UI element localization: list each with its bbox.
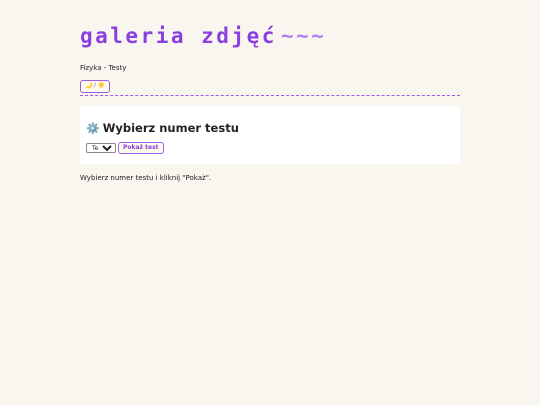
gear-icon: ⚙️	[86, 122, 100, 135]
panel-title: ⚙️ Wybierz numer testu	[86, 121, 239, 135]
site-title-text: galeria zdjęć	[80, 24, 277, 48]
instruction-text: Wybierz numer testu i kliknij "Pokaż".	[80, 174, 212, 182]
breadcrumb: Fizyka - Testy	[80, 64, 127, 72]
header-divider	[80, 95, 460, 96]
site-title-decoration: ~~~	[280, 24, 327, 48]
site-title: galeria zdjęć ~~~	[80, 24, 326, 48]
test-selector-panel: ⚙️ Wybierz numer testu	[80, 106, 460, 164]
theme-toggle-button[interactable]: 🌙 / ☀️	[80, 80, 110, 93]
test-number-select[interactable]: Test 1	[86, 143, 116, 153]
panel-title-text: Wybierz numer testu	[102, 121, 239, 135]
show-test-button[interactable]: Pokaż test	[118, 142, 164, 154]
